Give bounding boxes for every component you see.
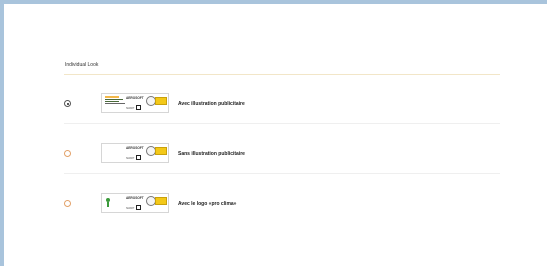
option-label[interactable]: Sans illustration publicitaire [178,151,245,157]
card-subtext: SMART [126,207,135,210]
yellow-tag-icon [155,97,167,105]
radio-logo[interactable] [64,200,71,207]
section-divider [64,74,500,75]
yellow-tag-icon [155,147,167,155]
ad-text-line [105,103,125,104]
row-divider [64,173,500,174]
card-wordmark: AEROSOFT [126,146,144,150]
qr-code-icon [136,105,141,110]
qr-code-icon [136,205,141,210]
row-divider [64,123,500,124]
option-label[interactable]: Avec le logo «pro clima» [178,201,236,207]
card-wordmark: AEROSOFT [126,196,144,200]
section-title: Individual Look [65,62,99,68]
window-frame-top [0,0,547,4]
label-preview-logo: AEROSOFT SMART [101,193,169,213]
option-row-logo[interactable]: AEROSOFT SMART Avec le logo «pro clima» [64,180,500,224]
option-row-illustration[interactable]: AEROSOFT SMART Avec illustration publici… [64,80,500,124]
yellow-tag-icon [155,197,167,205]
ad-text-line [105,101,119,102]
card-subtext: SMART [126,107,135,110]
label-preview-illustration: AEROSOFT SMART [101,93,169,113]
radio-no-illustration[interactable] [64,150,71,157]
ad-illustration-banner [105,96,119,98]
window-frame-left [0,0,4,266]
pro-clima-logo-stem [107,202,109,207]
option-label[interactable]: Avec illustration publicitaire [178,101,245,107]
card-wordmark: AEROSOFT [126,96,144,100]
ad-text-line [105,99,123,100]
card-subtext: SMART [126,157,135,160]
label-preview-no-illustration: AEROSOFT SMART [101,143,169,163]
radio-illustration[interactable] [64,100,71,107]
option-row-no-illustration[interactable]: AEROSOFT SMART Sans illustration publici… [64,130,500,174]
qr-code-icon [136,155,141,160]
